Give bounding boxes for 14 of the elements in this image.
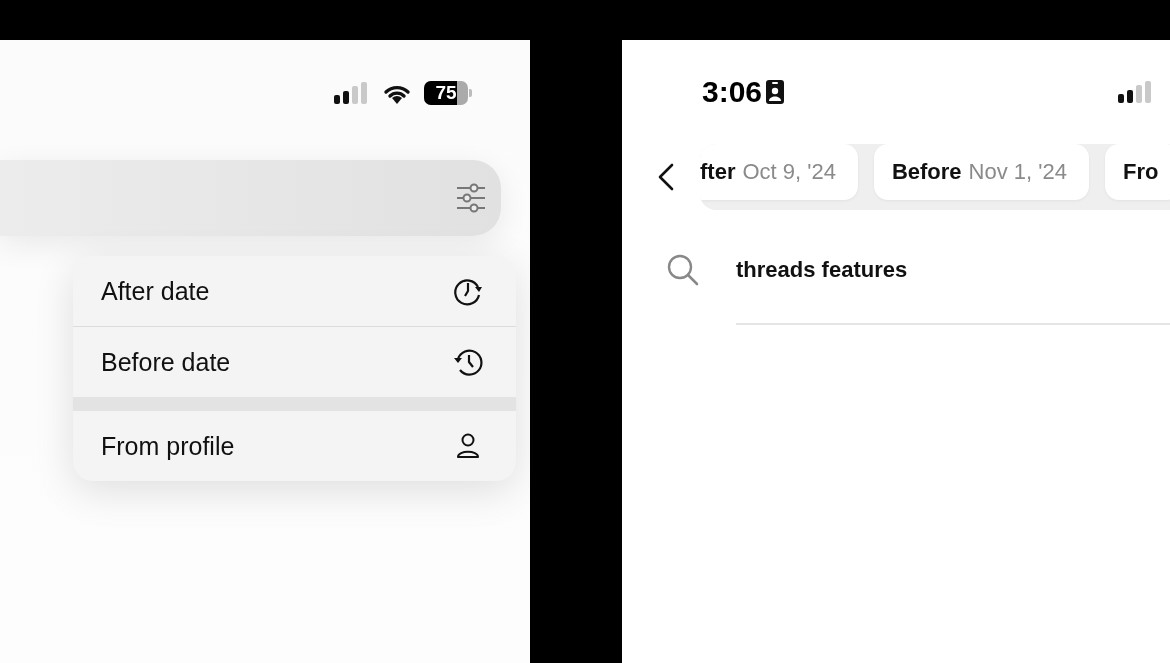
signal-icon	[1118, 81, 1154, 103]
filter-chip[interactable]: fter Oct 9, '24	[700, 144, 858, 200]
filter-chip[interactable]: Before Nov 1, '24	[873, 144, 1089, 200]
menu-item[interactable]: From profile	[73, 397, 516, 481]
filter-icon[interactable]	[456, 183, 486, 213]
menu-item[interactable]: Before date	[73, 326, 516, 397]
search-field[interactable]: threads features	[736, 257, 1086, 283]
signal-icon	[334, 82, 370, 104]
menu-item[interactable]: After date	[73, 256, 516, 326]
filter-chip[interactable]: Fro	[1105, 144, 1170, 200]
search-icon	[666, 253, 700, 287]
id-badge-icon	[766, 80, 785, 104]
history-icon	[452, 346, 484, 378]
status-time: 3:06	[702, 75, 763, 109]
